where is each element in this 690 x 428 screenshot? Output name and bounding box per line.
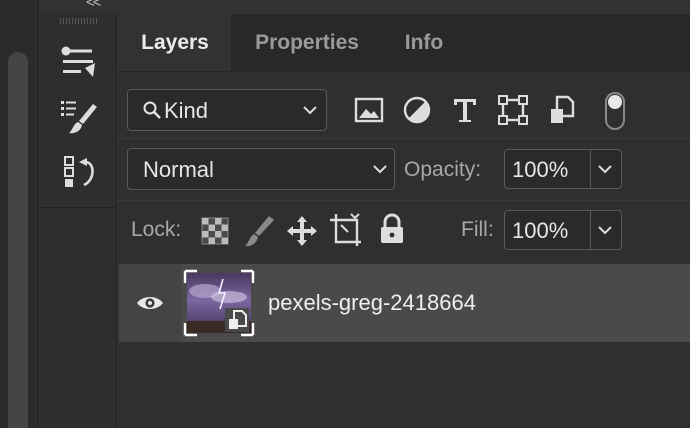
tab-bar: Layers Properties Info [119, 14, 690, 72]
opacity-field[interactable]: 100% [504, 149, 622, 189]
adjustments-panel-icon [57, 43, 99, 79]
brush-presets-icon [57, 98, 99, 136]
drag-grip[interactable] [60, 18, 98, 24]
lock-all-icon[interactable] [377, 213, 407, 245]
fill-field[interactable]: 100% [504, 210, 622, 250]
panel-icon-column [40, 14, 117, 428]
lock-label: Lock: [131, 218, 182, 241]
chevron-down-icon [302, 104, 318, 116]
field-divider [590, 211, 591, 249]
opacity-label: Opacity: [404, 158, 482, 181]
type-filter-icon[interactable] [449, 94, 481, 126]
smart-object-badge-icon [225, 308, 249, 332]
blend-mode-value: Normal [143, 157, 214, 182]
collapse-panels-icon[interactable]: << [86, 0, 101, 11]
eye-icon[interactable] [135, 293, 165, 313]
layers-panel: Layers Properties Info Kind Normal Opaci… [119, 14, 690, 428]
dock-scrollbar[interactable] [8, 52, 28, 428]
lock-position-icon[interactable] [285, 214, 319, 248]
row-divider [119, 200, 690, 201]
smart-object-filter-icon[interactable] [547, 94, 579, 126]
field-divider [590, 150, 591, 188]
filter-kind-label: Kind [164, 98, 209, 123]
history-panel-button[interactable] [50, 152, 106, 194]
chevron-down-icon [372, 163, 388, 175]
brush-settings-button[interactable] [50, 96, 106, 138]
lock-transparent-pixels-icon[interactable] [201, 217, 229, 245]
tool-column-divider [40, 207, 116, 208]
lock-image-pixels-icon[interactable] [243, 214, 275, 248]
tab-layers[interactable]: Layers [119, 14, 231, 71]
shape-filter-icon[interactable] [497, 94, 529, 126]
row-divider [119, 138, 690, 139]
filter-kind-dropdown[interactable]: Kind [127, 89, 327, 131]
layer-name: pexels-greg-2418664 [268, 290, 476, 315]
opacity-value: 100% [512, 157, 569, 182]
adjustments-panel-button[interactable] [50, 40, 106, 82]
fill-value: 100% [512, 218, 569, 243]
history-icon [57, 154, 99, 192]
adjustment-filter-icon[interactable] [401, 94, 433, 126]
blend-mode-dropdown[interactable]: Normal [127, 148, 395, 190]
image-filter-icon[interactable] [353, 94, 385, 126]
search-icon [142, 100, 162, 120]
chevron-down-icon[interactable] [597, 224, 613, 236]
chevron-down-icon[interactable] [597, 163, 613, 175]
fill-label: Fill: [461, 218, 494, 241]
filter-toggle[interactable] [605, 92, 625, 130]
tab-info[interactable]: Info [383, 14, 465, 71]
filter-toggle-knob [608, 95, 622, 109]
lock-artboard-icon[interactable] [329, 212, 363, 248]
tab-properties[interactable]: Properties [231, 14, 383, 71]
